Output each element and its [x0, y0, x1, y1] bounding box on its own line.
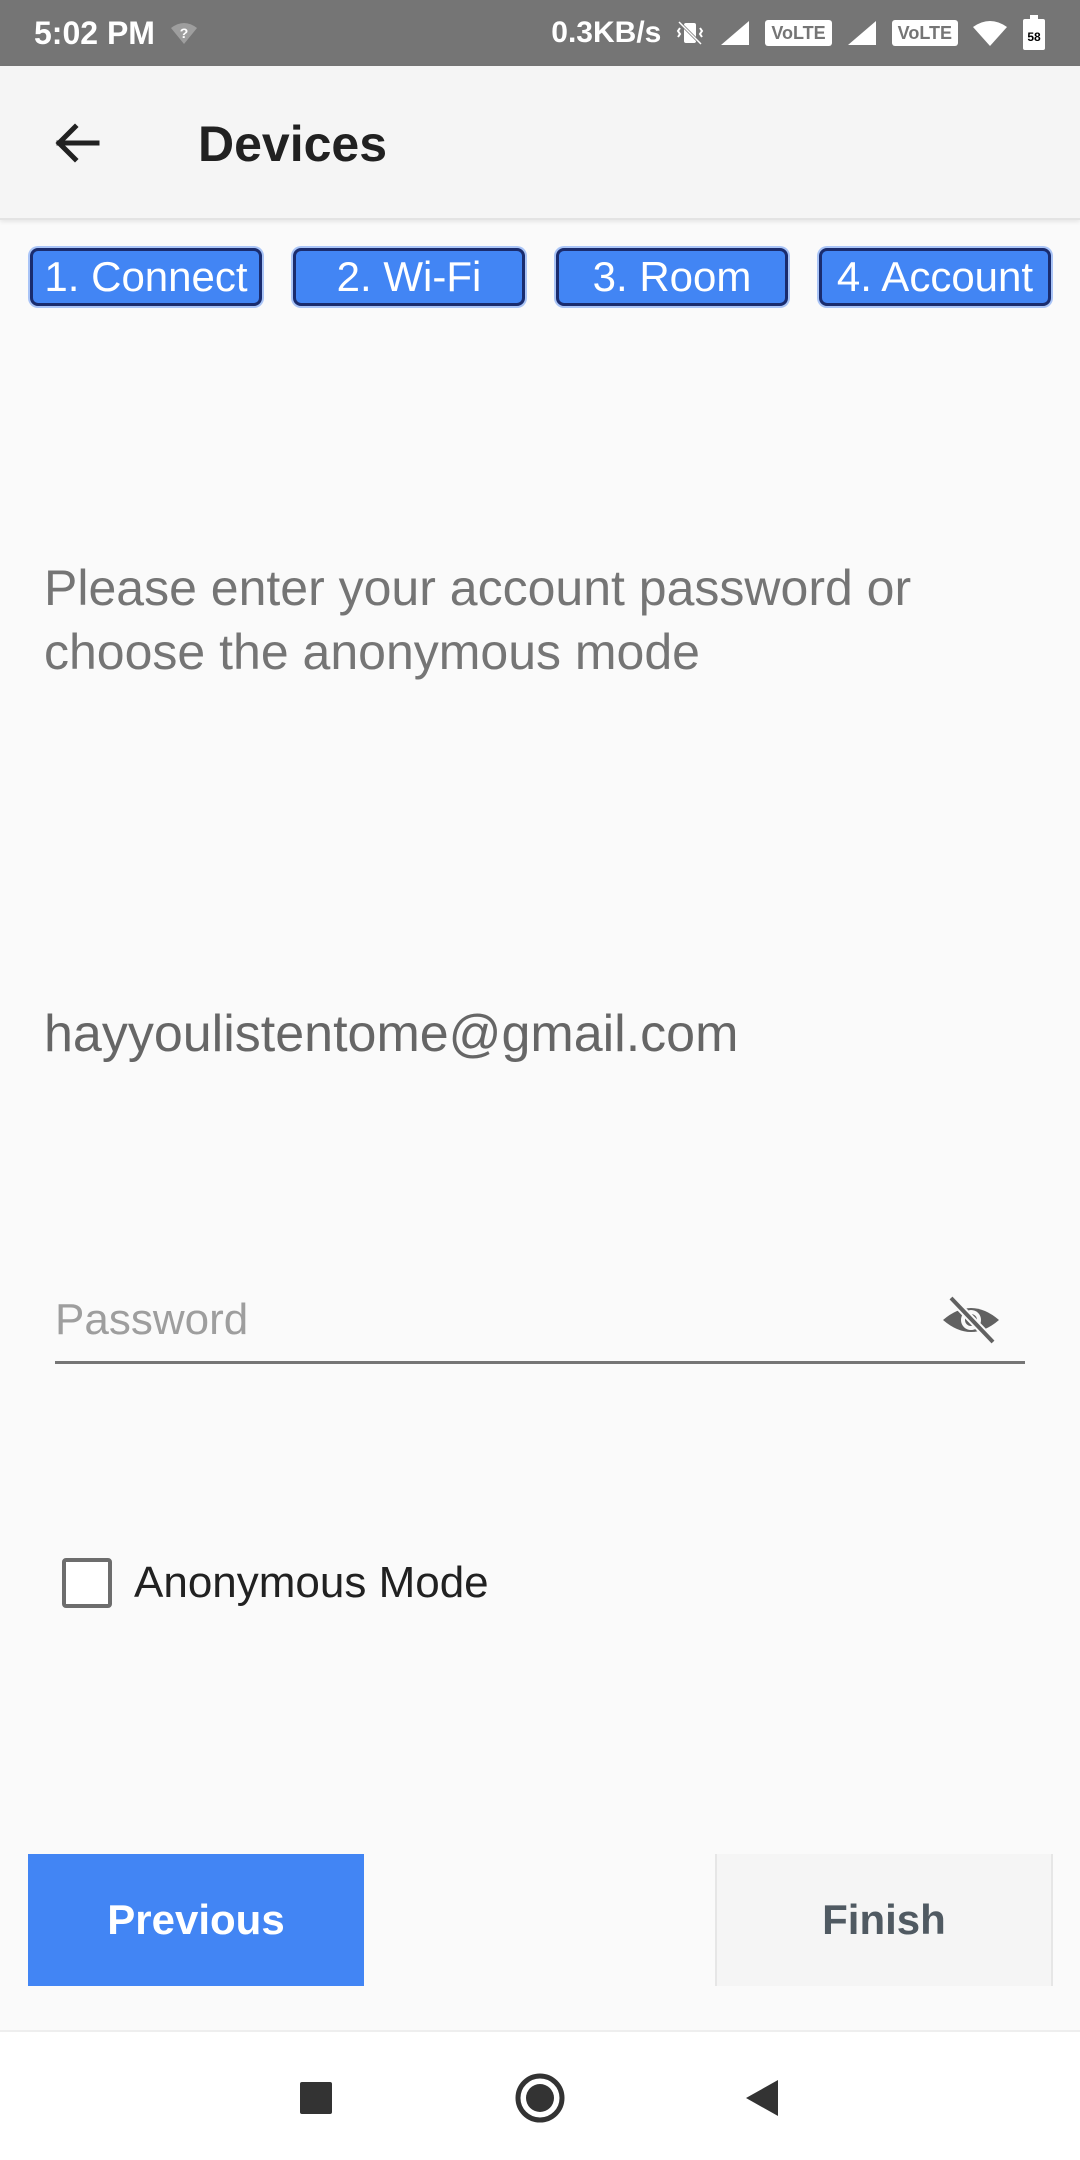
wifi-icon: [972, 19, 1008, 47]
instruction-text: Please enter your account password or ch…: [44, 560, 912, 680]
screen: 5:02 PM ? 0.3KB/s VoLTE VoLTE 58 Devices…: [0, 0, 1080, 2160]
home-button[interactable]: [508, 2066, 572, 2130]
volte-badge: VoLTE: [765, 20, 832, 46]
toggle-password-visibility[interactable]: [937, 1290, 1005, 1350]
network-speed: 0.3KB/s: [551, 16, 662, 49]
eye-off-icon: [943, 1295, 999, 1345]
svg-text:?: ?: [180, 25, 189, 41]
status-left: 5:02 PM ?: [34, 15, 199, 52]
page-title: Devices: [198, 116, 388, 172]
app-bar: Devices: [0, 66, 1080, 220]
system-nav-bar: [0, 2030, 1080, 2160]
previous-button[interactable]: Previous: [28, 1854, 364, 1986]
anonymous-mode-checkbox[interactable]: [62, 1558, 112, 1608]
anonymous-mode-label: Anonymous Mode: [134, 1558, 489, 1607]
account-email: hayyoulistentome@gmail.com: [44, 1005, 739, 1063]
status-bar: 5:02 PM ? 0.3KB/s VoLTE VoLTE 58: [0, 0, 1080, 66]
password-input[interactable]: [55, 1290, 915, 1350]
step-connect[interactable]: 1. Connect: [30, 248, 262, 306]
system-back-button[interactable]: [730, 2066, 794, 2130]
wifi-question-icon: ?: [169, 18, 199, 48]
step-wifi[interactable]: 2. Wi-Fi: [293, 248, 525, 306]
anonymous-mode-row[interactable]: Anonymous Mode: [62, 1558, 489, 1608]
finish-button[interactable]: Finish: [715, 1854, 1053, 1986]
arrow-left-icon: [55, 123, 100, 163]
step-room[interactable]: 3. Room: [556, 248, 788, 306]
step-indicator: 1. Connect 2. Wi-Fi 3. Room 4. Account: [0, 248, 1080, 306]
vibrate-icon: [675, 18, 705, 48]
step-account[interactable]: 4. Account: [819, 248, 1051, 306]
recents-button[interactable]: [284, 2066, 348, 2130]
circle-icon: [515, 2073, 565, 2123]
signal-icon: [846, 19, 878, 47]
battery-icon: 58: [1022, 15, 1046, 51]
back-button[interactable]: [40, 106, 114, 180]
square-icon: [300, 2082, 332, 2114]
triangle-back-icon: [746, 2080, 778, 2116]
password-field: [55, 1276, 1025, 1364]
signal-icon: [719, 19, 751, 47]
volte-badge: VoLTE: [891, 20, 958, 46]
status-right: 0.3KB/s VoLTE VoLTE 58: [551, 15, 1046, 51]
status-time: 5:02 PM: [34, 14, 155, 51]
battery-level: 58: [1027, 30, 1041, 44]
